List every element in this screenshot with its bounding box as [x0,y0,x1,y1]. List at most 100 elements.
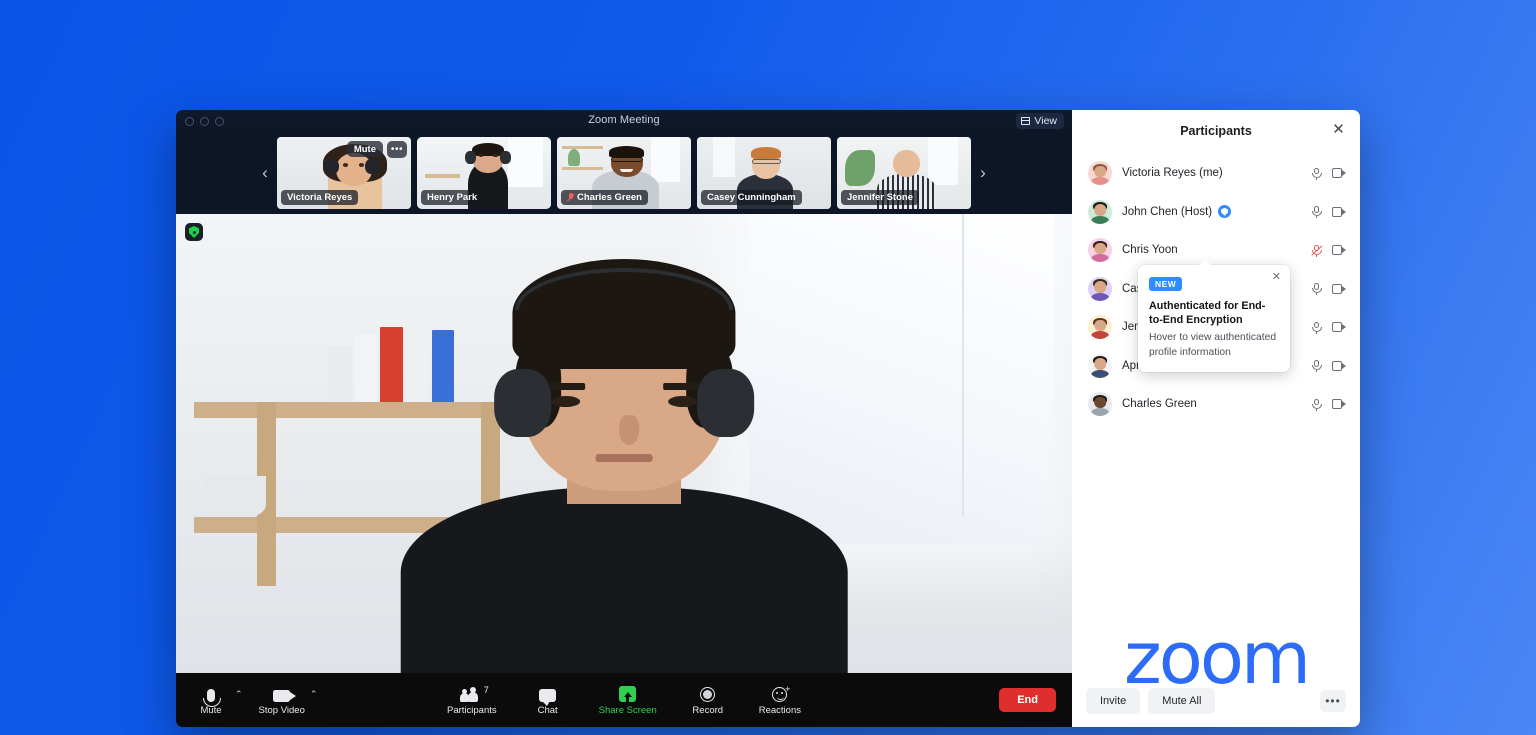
participants-count-badge: 7 [483,685,489,695]
participant-name-label: John Chen (Host) [1122,205,1213,218]
participant-status-icons [1311,167,1346,180]
view-button-label: View [1034,115,1057,127]
video-control-group: Stop Video ⌃ [259,684,318,716]
grid-view-icon [1021,117,1031,125]
mute-button[interactable]: Mute [192,684,230,716]
share-screen-button[interactable]: Share Screen [599,684,657,716]
participant-name-label: Chris Yoon [1122,244,1178,257]
record-button-label: Record [692,705,724,716]
microphone-icon[interactable] [1311,283,1322,296]
thumb-name-label: Charles Green [577,192,642,203]
video-camera-icon[interactable] [1332,206,1346,217]
encryption-shield-icon[interactable] [185,223,203,241]
close-icon[interactable]: ✕ [1331,122,1346,138]
filmstrip-thumb-casey-cunningham[interactable]: Casey Cunningham [697,137,831,209]
participant-status-icons [1311,244,1346,257]
microphone-icon[interactable] [1311,206,1322,219]
chat-button[interactable]: Chat [529,684,567,716]
participant-status-icons [1311,206,1346,219]
microphone-muted-icon[interactable] [1311,244,1322,257]
authenticated-shield-icon[interactable] [1218,205,1232,219]
panel-more-options-button[interactable]: ••• [1320,690,1346,712]
filmstrip-next-arrow[interactable]: › [970,158,996,188]
meeting-area: Zoom Meeting View ‹ Mute ••• Victoria Re… [176,110,1072,727]
filmstrip-thumb-henry-park[interactable]: Henry Park [417,137,551,209]
avatar [1088,353,1112,378]
view-button[interactable]: View [1016,113,1064,129]
thumb-nametag: Henry Park [421,190,484,205]
participant-status-icons [1311,360,1346,373]
thumb-nametag: Casey Cunningham [701,190,802,205]
filmstrip-thumb-victoria-reyes[interactable]: Mute ••• Victoria Reyes [277,137,411,209]
participant-row-charles-green[interactable]: Charles Green [1072,385,1360,424]
thumb-name-label: Henry Park [427,192,478,203]
microphone-icon[interactable] [1311,398,1322,411]
meeting-toolbar: Mute ⌃ Stop Video ⌃ 7 Participants Chat … [176,673,1072,727]
record-circle-icon [700,684,716,702]
participant-filmstrip: ‹ Mute ••• Victoria Reyes Henry Park Cha… [176,132,1072,214]
filmstrip-thumb-jennifer-stone[interactable]: Jennifer Stone [837,137,971,209]
people-icon: 7 [459,684,489,702]
video-camera-icon[interactable] [1332,168,1346,179]
active-speaker-video[interactable] [176,214,1072,673]
participants-list: Victoria Reyes (me) John Chen (Host) Chr… [1072,152,1360,694]
video-camera-icon [273,684,297,702]
avatar [1088,238,1112,263]
tooltip-close-icon[interactable]: ✕ [1272,272,1281,283]
thumb-nametag: Victoria Reyes [281,190,359,205]
mute-all-button[interactable]: Mute All [1148,688,1216,714]
thumb-mute-button[interactable]: Mute [346,141,383,157]
tooltip-body: Hover to view authenticated profile info… [1149,332,1277,358]
microphone-icon[interactable] [1311,321,1322,334]
video-camera-icon[interactable] [1332,322,1346,333]
video-camera-icon[interactable] [1332,283,1346,294]
end-meeting-button[interactable]: End [999,688,1056,712]
participant-name: Charles Green [1122,398,1303,410]
audio-options-chevron-up-icon[interactable]: ⌃ [235,689,243,700]
participants-panel: Participants ✕ Victoria Reyes (me) John … [1072,110,1360,727]
video-camera-icon[interactable] [1332,399,1346,410]
microphone-icon[interactable] [1311,167,1322,180]
window-titlebar: Zoom Meeting View [176,110,1072,132]
speaker-mouth [595,454,653,462]
stop-video-button-label: Stop Video [258,705,305,716]
thumb-nametag: Jennifer Stone [841,190,919,205]
avatar [1088,161,1112,186]
stop-video-button[interactable]: Stop Video [259,684,305,716]
thumb-more-options-button[interactable]: ••• [387,141,407,158]
avatar [1088,315,1112,340]
thumb-name-label: Jennifer Stone [847,192,913,203]
participant-name: John Chen (Host) [1122,205,1303,219]
participant-row-john-chen[interactable]: John Chen (Host) [1072,193,1360,232]
reactions-button-label: Reactions [758,705,801,716]
avatar [1088,199,1112,224]
participant-status-icons [1311,283,1346,296]
reactions-smiley-icon: + [772,684,790,702]
encryption-tooltip: NEW ✕ Authenticated for End-to-End Encry… [1138,259,1290,372]
decor-pot [202,475,266,517]
speaker-torso [400,487,848,673]
invite-button[interactable]: Invite [1086,688,1141,714]
share-screen-button-label: Share Screen [598,705,657,716]
participant-name-label: Charles Green [1122,398,1197,411]
participant-row-chris[interactable]: Chris Yoon [1072,231,1360,270]
record-button[interactable]: Record [689,684,727,716]
participant-status-icons [1311,321,1346,334]
participant-name-label: Victoria Reyes (me) [1122,167,1223,180]
speaker-figure [364,251,884,673]
participant-row-victoria-reyes[interactable]: Victoria Reyes (me) [1072,154,1360,193]
video-options-chevron-up-icon[interactable]: ⌃ [310,689,318,700]
toolbar-left-group: Mute ⌃ Stop Video ⌃ [192,684,317,716]
microphone-icon[interactable] [1311,360,1322,373]
video-camera-icon[interactable] [1332,360,1346,371]
video-camera-icon[interactable] [1332,245,1346,256]
zoom-meeting-window: Zoom Meeting View ‹ Mute ••• Victoria Re… [176,110,1360,727]
participants-button[interactable]: 7 Participants [447,684,497,716]
participants-button-label: Participants [447,705,497,716]
filmstrip-prev-arrow[interactable]: ‹ [252,158,278,188]
reactions-button[interactable]: + Reactions [758,684,801,717]
filmstrip-thumb-charles-green[interactable]: Charles Green [557,137,691,209]
microphone-icon [203,684,221,707]
avatar [1088,276,1112,301]
muted-mic-icon [567,193,574,202]
